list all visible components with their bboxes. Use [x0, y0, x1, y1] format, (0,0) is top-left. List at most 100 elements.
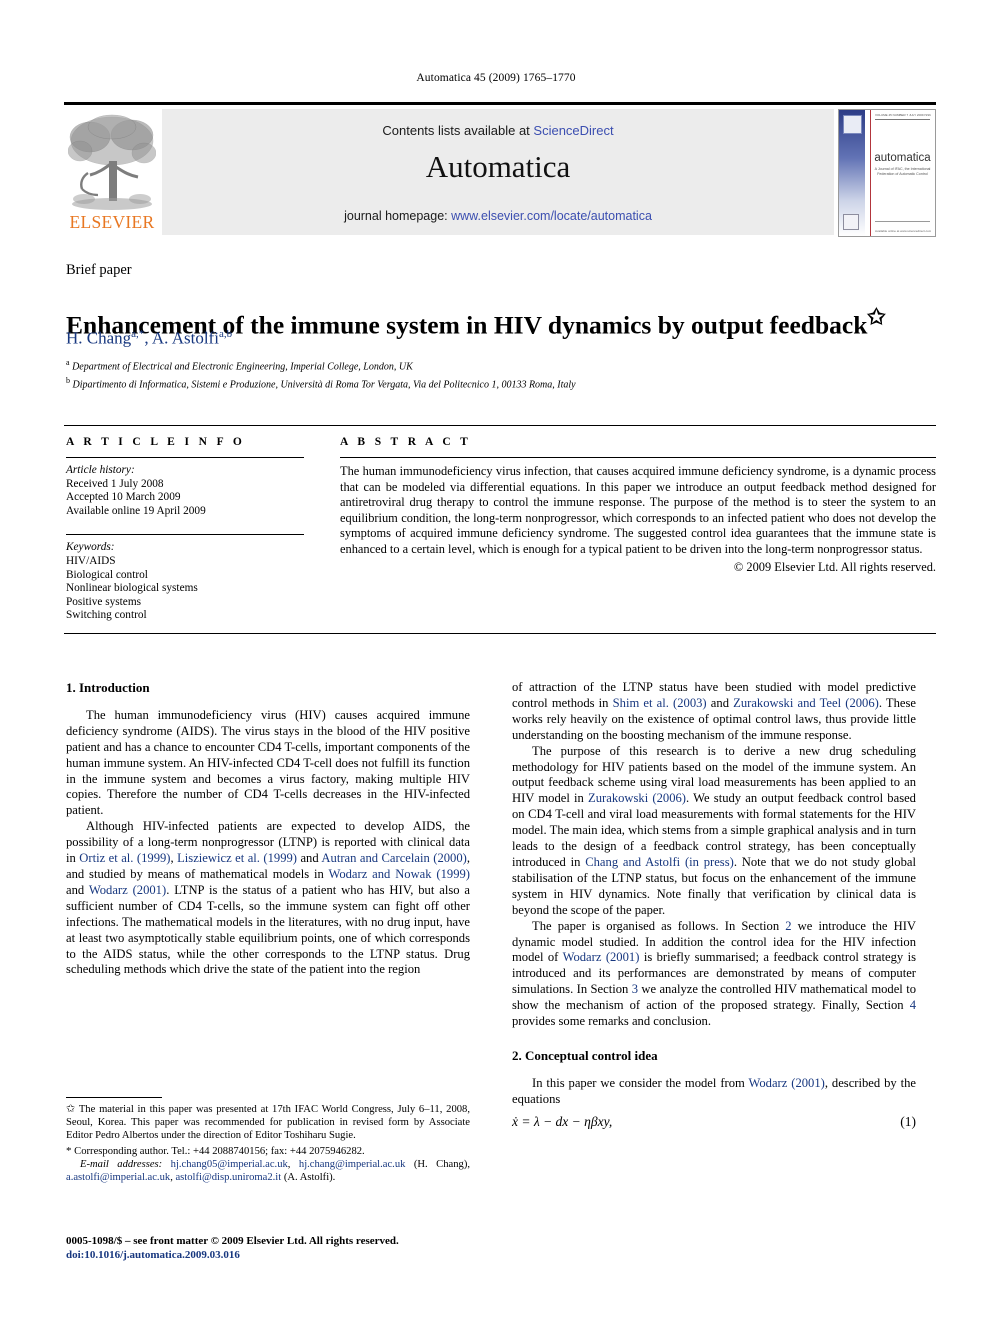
author-list: H. Changa,*, A. Astolfia,b: [66, 328, 926, 349]
affiliation-a-text: Department of Electrical and Electronic …: [72, 361, 413, 373]
info-top-rule: [64, 425, 936, 426]
cover-title: automatica: [874, 152, 931, 164]
footnote-corresponding: * Corresponding author. Tel.: +44 208874…: [66, 1145, 470, 1158]
footnote-emails: E-mail addresses: hj.chang05@imperial.ac…: [66, 1158, 470, 1184]
cover-publisher-badge-icon: [843, 214, 859, 230]
link-section-4[interactable]: 4: [910, 998, 916, 1012]
body-column-left: 1. Introduction The human immunodeficien…: [66, 680, 470, 978]
author-separator: , A. Astolfi: [144, 328, 219, 348]
journal-masthead: ELSEVIER Contents lists available at Sci…: [64, 102, 936, 237]
footnote-corr-marker: *: [66, 1144, 72, 1157]
elsevier-logo: ELSEVIER: [64, 109, 160, 235]
cover-ifac-badge-icon: [843, 115, 862, 134]
journal-cover-thumbnail[interactable]: VOLUME 45 NUMBER 7 JULY 2009 ISSN 0005-1…: [838, 109, 936, 237]
running-head: Automatica 45 (2009) 1765–1770: [416, 72, 576, 84]
keywords-label: Keywords:: [66, 541, 115, 554]
body-paragraph: The purpose of this research is to deriv…: [512, 744, 916, 919]
affiliation-b: b Dipartimento di Informatica, Sistemi e…: [66, 374, 926, 392]
article-type-label: Brief paper: [66, 262, 132, 278]
email-owner-1: (H. Chang),: [405, 1158, 470, 1170]
citation-lisziewicz-1999[interactable]: Lisziewicz et al. (1999): [177, 851, 297, 865]
affiliations: a Department of Electrical and Electroni…: [66, 356, 926, 393]
footnote-separator-rule: [66, 1097, 162, 1098]
paper-page: Automatica 45 (2009) 1765–1770 ELSEVIER …: [0, 0, 992, 1323]
footnote-star-text: The material in this paper was presented…: [66, 1104, 470, 1142]
history-online: Available online 19 April 2009: [66, 504, 206, 517]
sciencedirect-link[interactable]: ScienceDirect: [533, 123, 613, 138]
para-text: and: [66, 882, 89, 897]
article-info-rule: [66, 457, 304, 458]
email-separator: ,: [287, 1158, 299, 1170]
homepage-line: journal homepage: www.elsevier.com/locat…: [162, 209, 834, 223]
citation-wodarz-2001[interactable]: Wodarz (2001): [749, 1076, 825, 1090]
body-paragraph: In this paper we consider the model from…: [512, 1076, 916, 1108]
para-text: provides some remarks and conclusion.: [512, 1014, 712, 1029]
footnote-star: ✩ The material in this paper was present…: [66, 1103, 470, 1143]
para-text: and: [706, 695, 734, 710]
email-link-4[interactable]: astolfi@disp.uniroma2.it: [175, 1172, 281, 1183]
cover-subtitle: A Journal of IFAC, the International Fed…: [874, 167, 931, 176]
elsevier-tree-icon: [68, 114, 156, 210]
section-heading-conceptual-control-idea: 2. Conceptual control idea: [512, 1047, 658, 1063]
email-link-1[interactable]: hj.chang05@imperial.ac.uk: [171, 1159, 288, 1170]
body-paragraph: of attraction of the LTNP status have be…: [512, 680, 916, 744]
email-addresses-label: E-mail addresses:: [80, 1158, 163, 1170]
info-bottom-rule: [64, 633, 936, 634]
history-accepted: Accepted 10 March 2009: [66, 491, 181, 504]
title-footnote-marker[interactable]: ✩: [867, 305, 885, 329]
citation-wodarz-2001[interactable]: Wodarz (2001): [563, 950, 640, 964]
abstract-copyright: © 2009 Elsevier Ltd. All rights reserved…: [733, 559, 936, 574]
citation-wodarz-2001[interactable]: Wodarz (2001): [89, 883, 166, 897]
citation-ortiz-1999[interactable]: Ortiz et al. (1999): [79, 851, 170, 865]
cover-top-strip: VOLUME 45 NUMBER 7 JULY 2009 ISSN 0005-1…: [875, 113, 931, 117]
abstract-text: The human immunodeficiency virus infecti…: [340, 464, 936, 556]
affiliation-b-marker: b: [66, 376, 70, 386]
cover-red-rule: [870, 110, 871, 236]
equation-1: ẋ = λ − dx − ηβxy, (1): [512, 1114, 916, 1130]
journal-homepage-link[interactable]: www.elsevier.com/locate/automatica: [451, 209, 652, 223]
article-info-column: A R T I C L E I N F O Article history: R…: [66, 436, 304, 623]
contents-line: Contents lists available at ScienceDirec…: [162, 123, 834, 138]
citation-wodarz-nowak-1999[interactable]: Wodarz and Nowak (1999): [328, 867, 470, 881]
footnote-star-marker: ✩: [66, 1103, 76, 1115]
equation-1-number: (1): [900, 1113, 916, 1129]
keyword-item: Biological control: [66, 568, 148, 581]
journal-title: Automatica: [425, 149, 571, 184]
keywords-rule: [66, 534, 304, 536]
citation-chang-astolfi-inpress[interactable]: Chang and Astolfi (in press): [585, 855, 734, 869]
email-link-2[interactable]: hj.chang@imperial.ac.uk: [299, 1159, 406, 1170]
equation-1-body: ẋ = λ − dx − ηβxy,: [512, 1113, 613, 1129]
article-info-heading: A R T I C L E I N F O: [66, 436, 246, 448]
footnote-corr-text: Corresponding author. Tel.: +44 20887401…: [74, 1145, 365, 1157]
footnotes-block: ✩ The material in this paper was present…: [66, 1103, 470, 1184]
contents-prefix: Contents lists available at: [382, 123, 534, 138]
abstract-column: A B S T R A C T The human immunodeficien…: [340, 436, 936, 575]
affiliation-a-marker: a: [66, 358, 70, 367]
cover-top-rule: [875, 119, 930, 120]
email-link-3[interactable]: a.astolfi@imperial.ac.uk: [66, 1172, 170, 1183]
keyword-item: Switching control: [66, 609, 147, 622]
history-received: Received 1 July 2008: [66, 477, 164, 490]
front-matter-block: 0005-1098/$ – see front matter © 2009 El…: [66, 1234, 486, 1262]
masthead-band: Contents lists available at ScienceDirec…: [162, 109, 834, 235]
article-history-label: Article history:: [66, 464, 135, 476]
keywords-block: Keywords: HIV/AIDS Biological control No…: [66, 541, 304, 623]
abstract-heading: A B S T R A C T: [340, 436, 472, 448]
citation-autran-carcelain-2000[interactable]: Autran and Carcelain (2000): [321, 851, 466, 865]
affiliation-a: a Department of Electrical and Electroni…: [66, 356, 926, 374]
citation-shim-2003[interactable]: Shim et al. (2003): [613, 696, 707, 710]
affiliation-b-text: Dipartimento di Informatica, Sistemi e P…: [72, 379, 576, 391]
email-owner-2: (A. Astolfi).: [281, 1172, 336, 1184]
author-1-affil-marker: a,*: [131, 328, 145, 340]
citation-zurakowski-teel-2006[interactable]: Zurakowski and Teel (2006): [733, 696, 879, 710]
citation-zurakowski-2006[interactable]: Zurakowski (2006): [588, 791, 686, 805]
author-2-affil-marker: a,b: [218, 328, 233, 340]
keyword-item: Positive systems: [66, 595, 142, 608]
elsevier-wordmark: ELSEVIER: [69, 212, 155, 232]
para-text: In this paper we consider the model from: [532, 1075, 749, 1090]
body-column-right: of attraction of the LTNP status have be…: [512, 680, 916, 1130]
doi-line[interactable]: doi:10.1016/j.automatica.2009.03.016: [66, 1248, 486, 1262]
body-paragraph: The paper is organised as follows. In Se…: [512, 919, 916, 1030]
body-paragraph: The human immunodeficiency virus (HIV) c…: [66, 707, 470, 818]
cover-bottom-rule: [875, 221, 930, 222]
